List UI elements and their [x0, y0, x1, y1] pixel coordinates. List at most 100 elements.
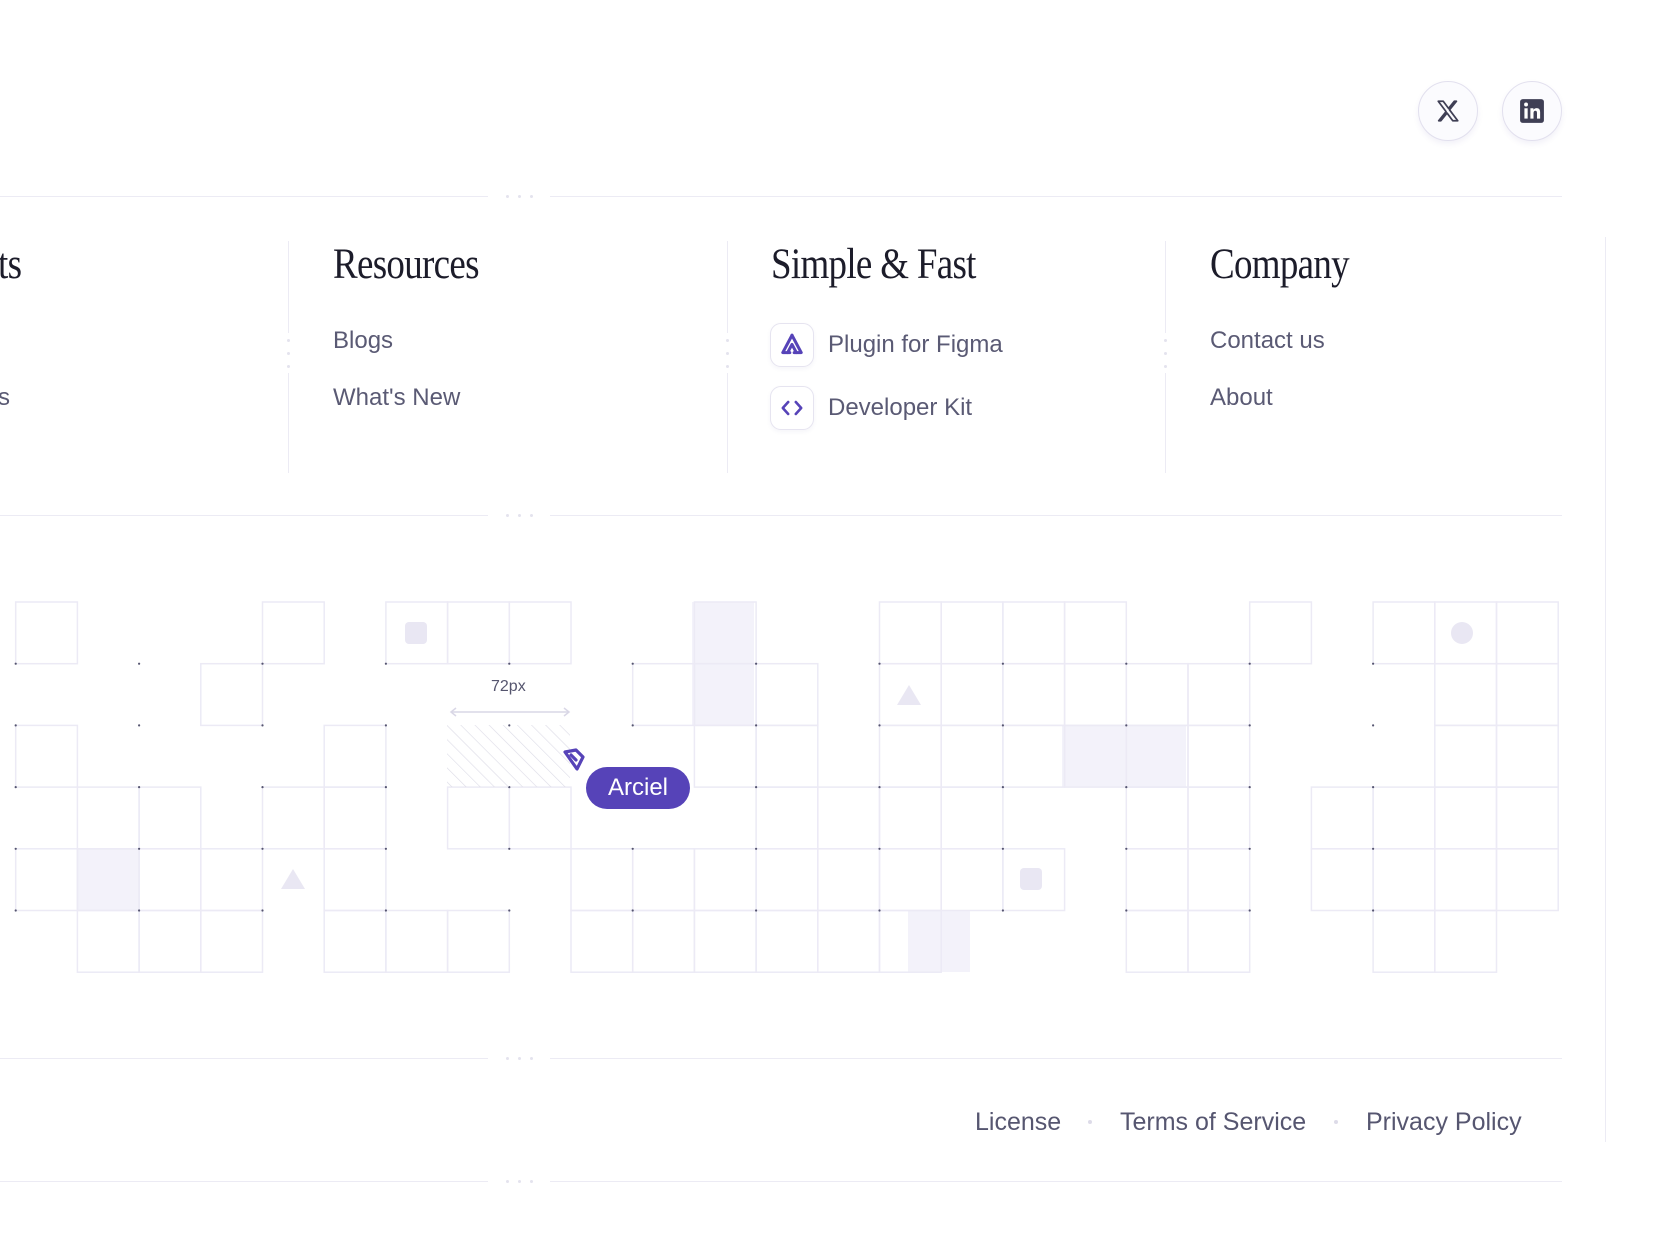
grid-cell — [693, 848, 757, 912]
grid-cell — [1187, 909, 1251, 973]
separator-dot — [1088, 1120, 1092, 1124]
link-privacy-policy[interactable]: Privacy Policy — [1366, 1108, 1522, 1137]
grid-node — [508, 662, 511, 665]
figma-plugin-icon — [770, 323, 814, 367]
link-license[interactable]: License — [975, 1108, 1061, 1137]
grid-node — [14, 786, 17, 789]
grid-node — [1001, 724, 1005, 727]
grid-node — [261, 909, 264, 912]
grid-cell — [878, 848, 942, 912]
grid-cell — [1434, 786, 1498, 850]
grid-node — [1125, 662, 1128, 665]
grid-cell — [1248, 601, 1313, 665]
grid-cell — [631, 909, 696, 973]
grid-cell — [878, 786, 942, 850]
grid-node — [755, 724, 758, 727]
grid-node — [1372, 909, 1375, 912]
grid-cell — [323, 786, 387, 850]
grid-cell — [446, 909, 511, 973]
grid-node — [138, 786, 141, 789]
grid-cell — [940, 786, 1004, 850]
column-separator — [725, 241, 730, 473]
grid-cell — [1434, 909, 1498, 973]
grid-cell — [323, 848, 387, 912]
grid-node — [14, 662, 17, 665]
grid-cell — [1372, 786, 1436, 850]
grid-cell — [631, 662, 696, 727]
divider-middle — [0, 512, 1562, 519]
grid-node — [1248, 786, 1251, 789]
grid-cell — [570, 848, 634, 912]
grid-cell — [138, 909, 202, 973]
grid-node — [1001, 662, 1005, 665]
grid-cell — [1002, 662, 1066, 727]
triangle-marker — [281, 869, 305, 889]
grid-cell — [1372, 601, 1436, 665]
grid-node — [1125, 724, 1128, 727]
grid-cell — [1434, 662, 1498, 727]
grid-cell — [755, 848, 819, 912]
column-separator — [286, 241, 291, 473]
grid-node — [1372, 786, 1375, 789]
grid-cell — [508, 786, 572, 850]
grid-node — [384, 909, 387, 912]
grid-node — [878, 662, 881, 665]
grid-node — [878, 847, 881, 850]
link-blogs[interactable]: Blogs — [333, 327, 393, 355]
linkedin-social-button[interactable] — [1502, 81, 1562, 141]
link-about[interactable]: About — [1210, 384, 1273, 412]
grid-node — [755, 786, 758, 789]
grid-node — [1248, 847, 1251, 850]
x-icon — [1437, 100, 1459, 122]
square-marker — [1020, 868, 1042, 890]
grid-cell — [1187, 724, 1251, 788]
link-terms-of-service[interactable]: Terms of Service — [1120, 1108, 1306, 1137]
code-brackets-icon — [770, 386, 814, 430]
link-developer-kit[interactable]: Developer Kit — [828, 394, 972, 422]
grid-node — [631, 724, 634, 727]
grid-node — [14, 724, 17, 727]
link-plugin-for-figma[interactable]: Plugin for Figma — [828, 331, 1003, 359]
measure-arrow — [449, 707, 571, 717]
grid-cell — [755, 662, 819, 727]
link-contact-us[interactable]: Contact us — [1210, 327, 1325, 355]
grid-node — [384, 847, 387, 850]
partial-column-item[interactable]: s — [0, 384, 10, 412]
link-whats-new[interactable]: What's New — [333, 384, 460, 412]
x-social-button[interactable] — [1418, 81, 1478, 141]
grid-cell — [1372, 848, 1436, 912]
grid-cell — [1125, 662, 1189, 727]
grid-node — [138, 847, 141, 850]
grid-node — [508, 847, 511, 850]
grid-cell — [1434, 848, 1498, 912]
grid-node — [1125, 786, 1128, 789]
grid-node — [14, 847, 17, 850]
grid-cell — [755, 786, 819, 850]
grid-cell — [1495, 662, 1559, 727]
grid-cell — [1002, 724, 1066, 788]
divider-lower — [0, 1055, 1562, 1062]
grid-cell — [261, 601, 325, 665]
grid-node — [1001, 847, 1005, 850]
grid-node — [138, 909, 141, 912]
grid-cell — [1187, 848, 1251, 912]
grid-cell — [1063, 662, 1128, 727]
grid-node — [631, 847, 634, 850]
cursor-name-tag: Arciel — [586, 767, 690, 809]
grid-node — [14, 909, 17, 912]
grid-cell — [385, 909, 449, 973]
grid-node — [1372, 847, 1375, 850]
measure-label: 72px — [491, 678, 526, 695]
grid-node — [878, 909, 881, 912]
grid-cell — [1310, 786, 1374, 850]
circle-marker — [1451, 622, 1473, 644]
grid-node — [1001, 909, 1005, 912]
grid-cell — [1187, 786, 1251, 850]
grid-cell — [755, 724, 819, 788]
grid-cell — [323, 909, 387, 973]
grid-node — [1125, 909, 1128, 912]
grid-node — [631, 662, 634, 665]
grid-node — [508, 909, 511, 912]
grid-cell — [1125, 909, 1189, 973]
grid-cell — [878, 601, 942, 665]
